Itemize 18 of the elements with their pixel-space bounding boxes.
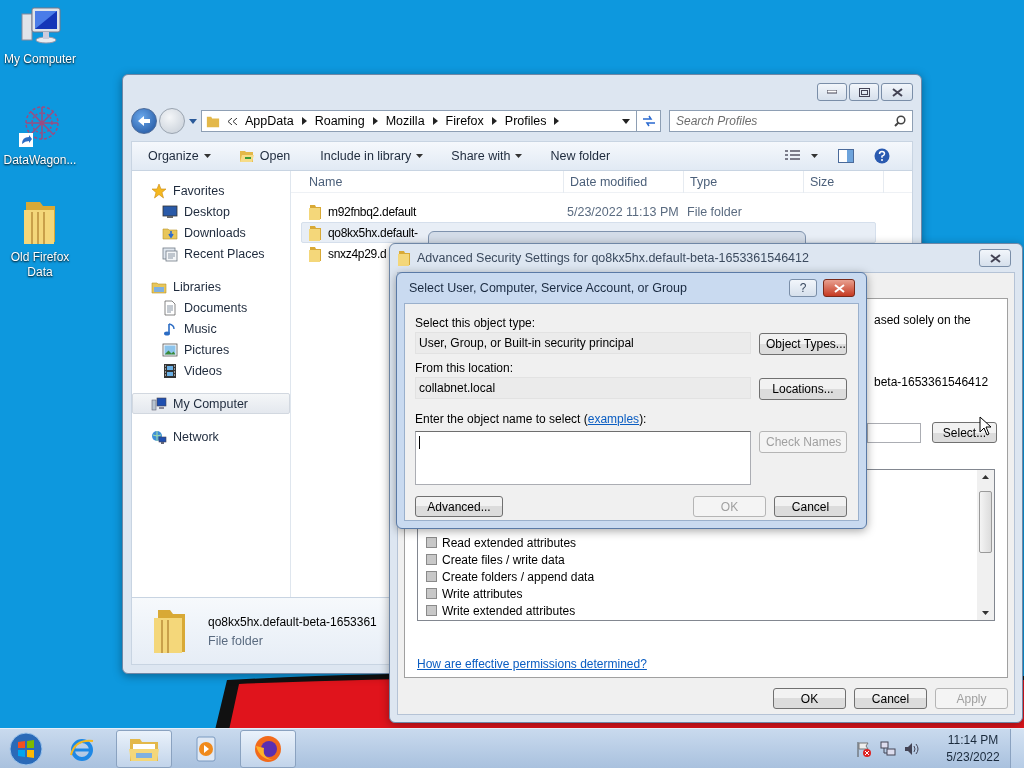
- date-modified: 5/23/2022 11:13 PM: [566, 204, 680, 219]
- clock-time: 11:14 PM: [947, 731, 999, 749]
- field-label: Enter the object name to select (examples):: [415, 411, 648, 428]
- object-name-text: beta-1653361546412: [874, 375, 989, 389]
- location-field: collabnet.local: [415, 377, 751, 399]
- clock-date: 5/23/2022: [946, 748, 1000, 766]
- field-label: Select this object type:: [415, 315, 537, 332]
- window-title: Select User, Computer, Service Account, or Group: [409, 281, 687, 295]
- details-name: qo8kx5hx.default-beta-1653361: [208, 614, 377, 629]
- file-name: qo8kx5hx.default-: [328, 225, 418, 240]
- file-name: snxz4p29.d: [328, 246, 387, 261]
- details-type: File folder: [208, 633, 264, 648]
- description-text: ased solely on the: [874, 313, 971, 327]
- window-title: Advanced Security Settings for qo8kx5hx.default-beta-1653361546412: [417, 251, 809, 265]
- field-label: From this location:: [415, 360, 515, 377]
- file-type: File folder: [686, 204, 743, 219]
- file-name: m92fnbq2.default: [328, 204, 416, 219]
- object-type-field: User, Group, or Built-in security principal: [415, 332, 751, 354]
